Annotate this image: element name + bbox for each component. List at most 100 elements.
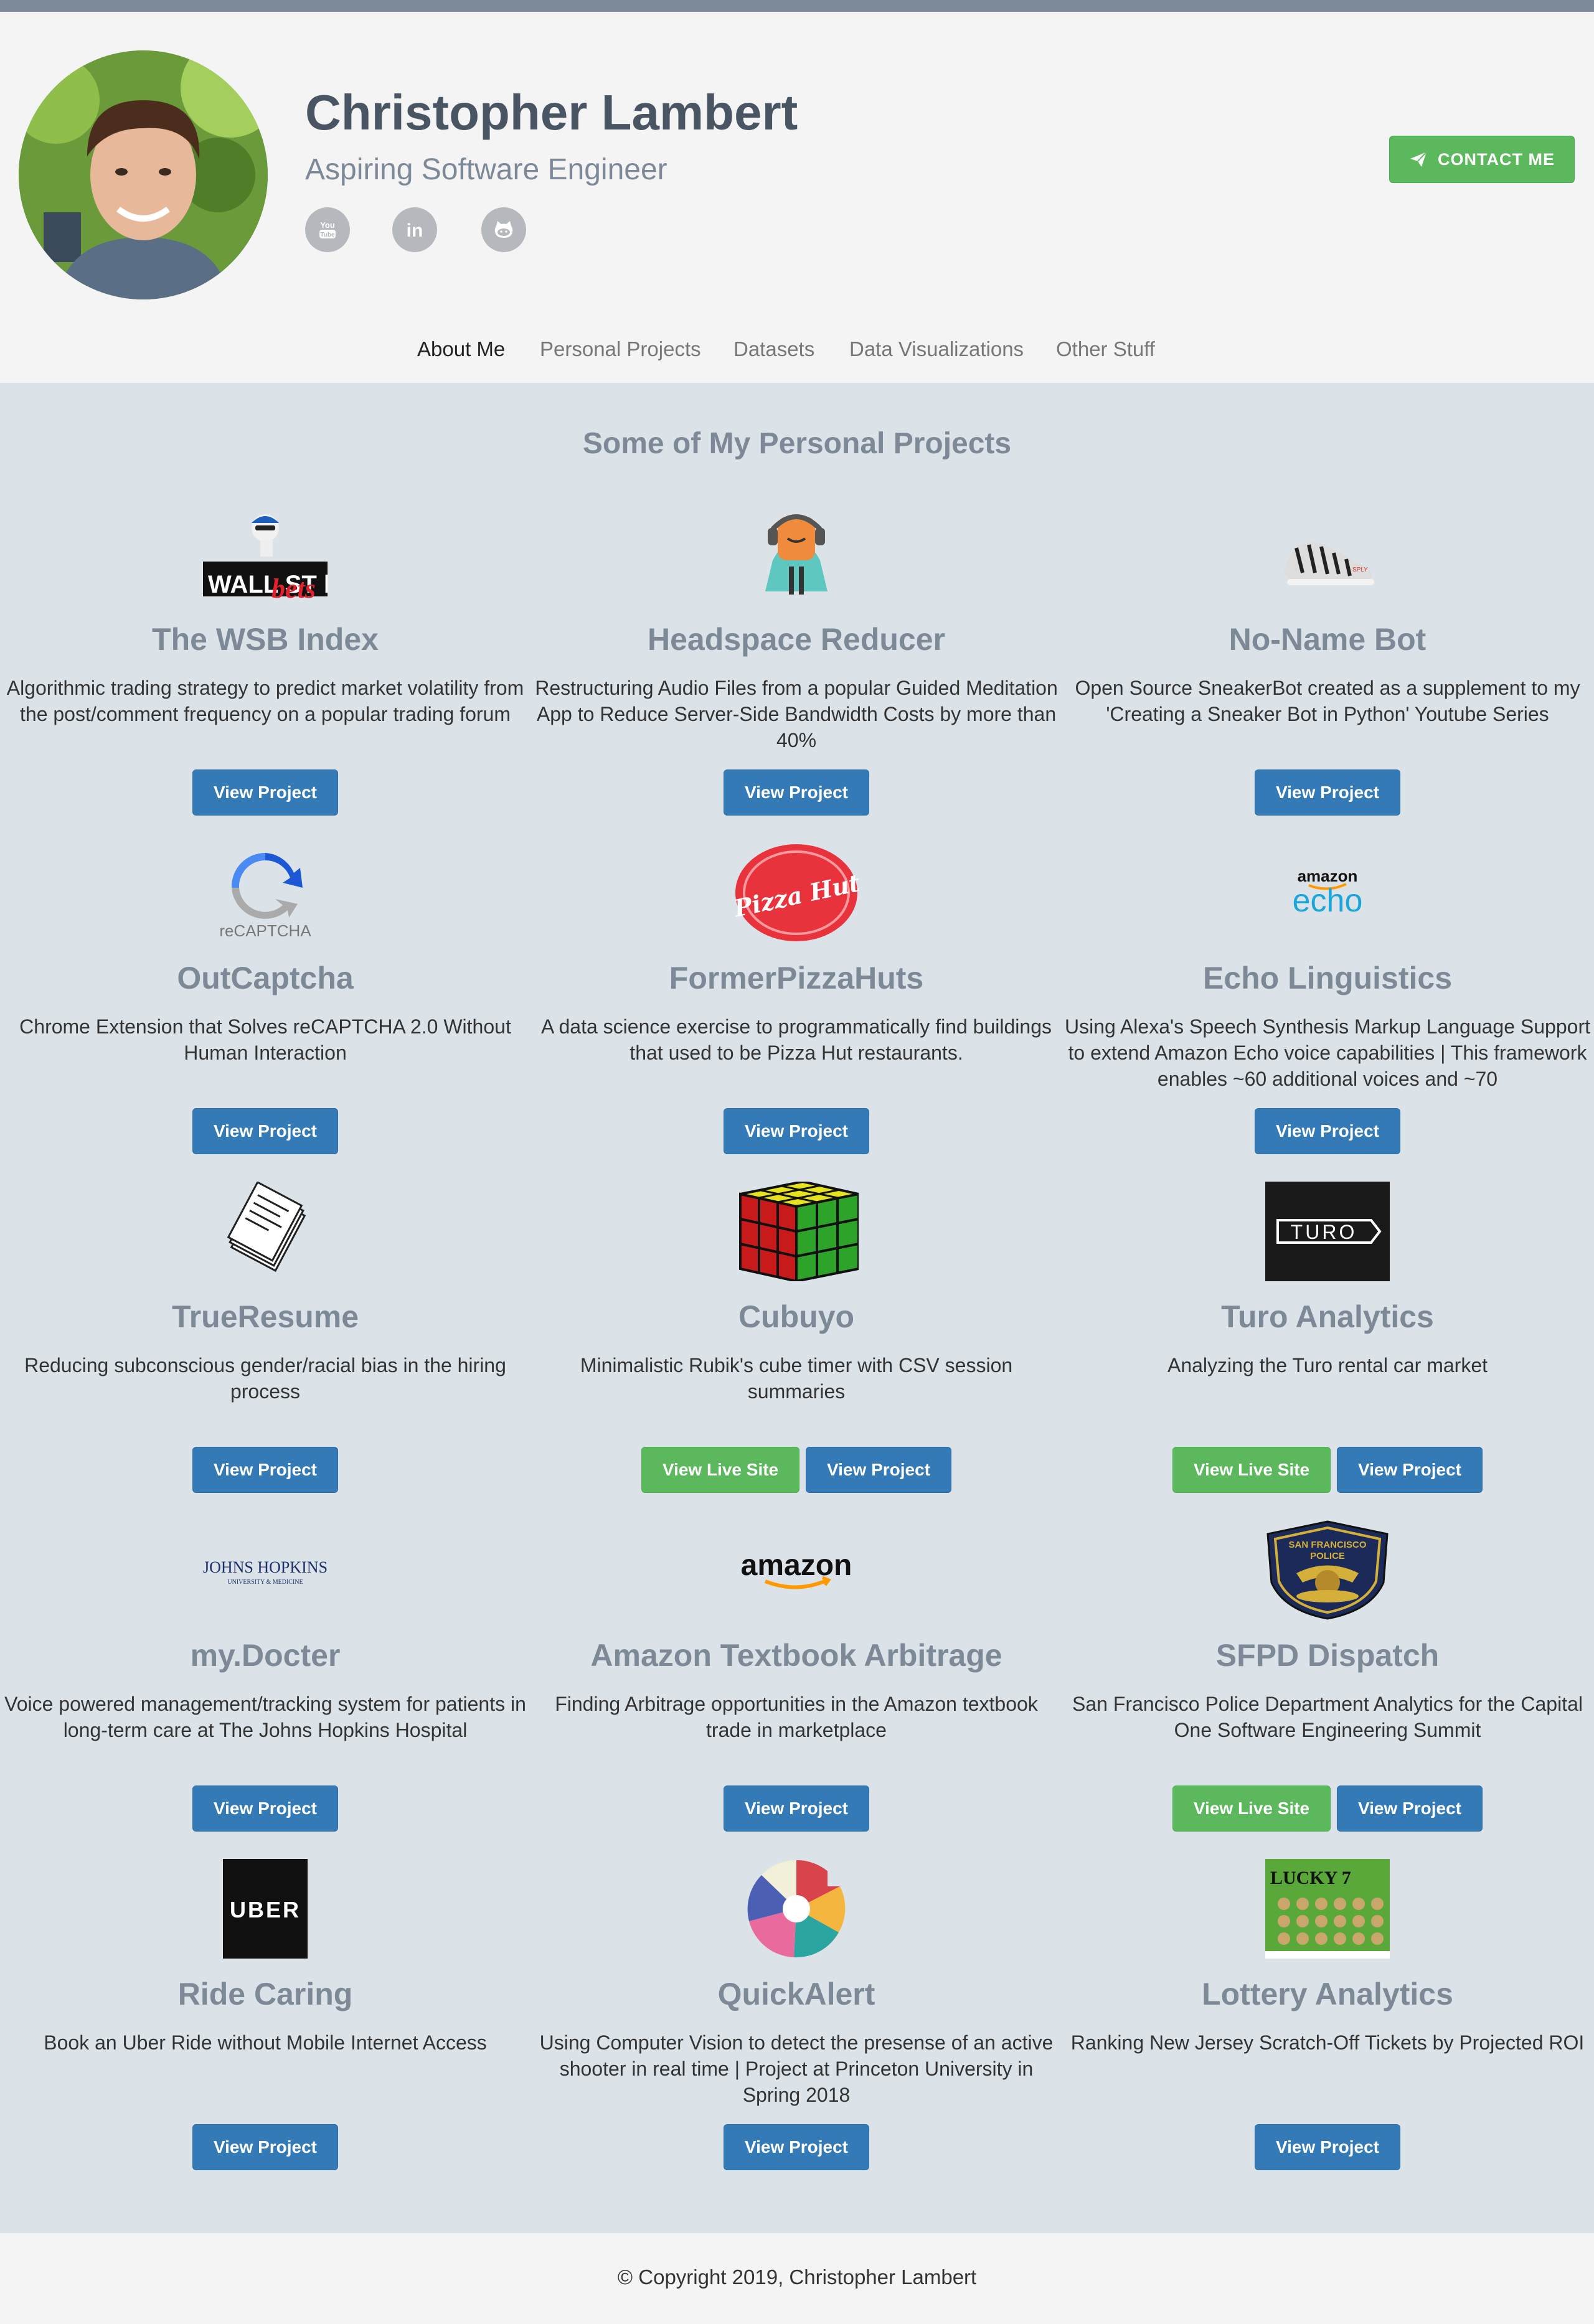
- project-description: Book an Uber Ride without Mobile Interne…: [44, 2031, 487, 2054]
- view-project-button[interactable]: View Project: [724, 1108, 869, 1154]
- resume-papers-image: [203, 1182, 328, 1281]
- wallstreetbets-logo: WALL ST bets bets: [203, 504, 328, 604]
- lottery-logo-text: LUCKY 7: [1270, 1868, 1351, 1888]
- project-title: Turo Analytics: [1221, 1299, 1434, 1334]
- nav-about-me[interactable]: About Me: [417, 336, 505, 363]
- view-project-button[interactable]: View Project: [192, 769, 338, 816]
- project-title: Echo Linguistics: [1202, 961, 1453, 995]
- github-icon: [494, 221, 513, 238]
- jhu-logo-subtext: UNIVERSITY & MEDICINE: [227, 1579, 303, 1586]
- project-title: Ride Caring: [177, 1977, 353, 2011]
- linkedin-icon: in: [407, 220, 423, 241]
- headspace-logo: [734, 504, 859, 604]
- profile-avatar: [19, 50, 268, 299]
- jhu-logo-text: JOHNS HOPKINS: [203, 1558, 328, 1576]
- pizza-hut-logo: Pizza Hut: [734, 843, 859, 943]
- top-accent-bar: [0, 0, 1594, 12]
- project-description: Reducing subconscious gender/racial bias…: [24, 1354, 506, 1403]
- project-description: Restructuring Audio Files from a popular…: [535, 677, 1058, 751]
- view-project-button[interactable]: View Project: [192, 1108, 338, 1154]
- project-description: San Francisco Police Department Analytic…: [1072, 1693, 1583, 1741]
- project-title: QuickAlert: [717, 1977, 875, 2011]
- amazon-echo-logo: amazon echo: [1265, 843, 1390, 943]
- project-description: Using Computer Vision to detect the pres…: [539, 2031, 1054, 2106]
- github-link[interactable]: [481, 207, 526, 252]
- project-title: TrueResume: [171, 1299, 359, 1334]
- project-description: Minimalistic Rubik's cube timer with CSV…: [580, 1354, 1013, 1403]
- project-title: Lottery Analytics: [1202, 1977, 1453, 2011]
- svg-text:You: You: [320, 220, 335, 230]
- youtube-link[interactable]: You Tube: [305, 207, 350, 252]
- project-description: Finding Arbitrage opportunities in the A…: [555, 1693, 1038, 1741]
- profile-header: Christopher Lambert Aspiring Software En…: [0, 12, 1594, 383]
- view-live-site-button[interactable]: View Live Site: [641, 1447, 799, 1493]
- project-description: Using Alexa's Speech Synthesis Markup La…: [1065, 1015, 1590, 1090]
- view-project-button[interactable]: View Project: [806, 1447, 951, 1493]
- project-description: Analyzing the Turo rental car market: [1167, 1354, 1488, 1376]
- view-project-button[interactable]: View Project: [1337, 1447, 1483, 1493]
- sfpd-badge-text: SAN FRANCISCO: [1288, 1540, 1366, 1550]
- view-project-button[interactable]: View Project: [1255, 769, 1400, 816]
- copyright-text: © Copyright 2019, Christopher Lambert: [617, 2265, 977, 2289]
- nav-personal-projects[interactable]: Personal Projects: [540, 336, 701, 363]
- avatar-photo: [19, 50, 268, 299]
- amazon-logo: amazon: [734, 1520, 859, 1620]
- page-footer: © Copyright 2019, Christopher Lambert: [0, 2233, 1594, 2324]
- echo-logo-text: echo: [1293, 883, 1363, 919]
- project-description: Open Source SneakerBot created as a supp…: [1075, 677, 1580, 725]
- view-project-button[interactable]: View Project: [1255, 2124, 1400, 2170]
- youtube-icon: You Tube: [319, 220, 336, 238]
- view-live-site-button[interactable]: View Live Site: [1172, 1447, 1331, 1493]
- quickalert-logo: [734, 1859, 859, 1959]
- contact-me-button[interactable]: CONTACT ME: [1389, 136, 1575, 183]
- turo-logo: TURO: [1265, 1182, 1390, 1281]
- svg-text:in: in: [407, 220, 423, 241]
- svg-text:Tube: Tube: [320, 232, 335, 238]
- turo-logo-text: TURO: [1291, 1221, 1357, 1243]
- sfpd-badge-subtext: POLICE: [1310, 1551, 1345, 1561]
- view-project-button[interactable]: View Project: [192, 2124, 338, 2170]
- view-project-button[interactable]: View Project: [192, 1447, 338, 1493]
- project-title: The WSB Index: [152, 622, 379, 657]
- svg-text:SPLY: SPLY: [1352, 567, 1368, 573]
- sfpd-badge: SAN FRANCISCO POLICE: [1265, 1520, 1390, 1620]
- svg-text:bets: bets: [271, 573, 316, 604]
- amazon-logo-text: amazon: [741, 1549, 852, 1582]
- view-project-button[interactable]: View Project: [1255, 1108, 1400, 1154]
- project-description: Voice powered management/tracking system…: [4, 1693, 526, 1741]
- project-title: Cubuyo: [738, 1299, 855, 1334]
- view-live-site-button[interactable]: View Live Site: [1172, 1785, 1331, 1832]
- nav-data-visualizations[interactable]: Data Visualizations: [849, 336, 1024, 363]
- project-description: A data science exercise to programmatica…: [541, 1015, 1052, 1064]
- lottery-ticket-image: LUCKY 7: [1265, 1859, 1390, 1959]
- view-project-button[interactable]: View Project: [724, 769, 869, 816]
- view-project-button[interactable]: View Project: [1337, 1785, 1483, 1832]
- profile-name: Christopher Lambert: [305, 85, 798, 140]
- uber-logo-text: UBER: [230, 1897, 301, 1922]
- view-project-button[interactable]: View Project: [724, 1785, 869, 1832]
- uber-logo: UBER: [203, 1859, 328, 1959]
- project-description: Chrome Extension that Solves reCAPTCHA 2…: [19, 1015, 511, 1064]
- main-nav: About Me Personal Projects Datasets Data…: [0, 336, 1594, 363]
- contact-me-label: CONTACT ME: [1438, 149, 1555, 169]
- project-title: Headspace Reducer: [647, 622, 945, 657]
- paper-plane-icon: [1410, 151, 1427, 167]
- project-description: Algorithmic trading strategy to predict …: [6, 677, 524, 725]
- sneaker-image: SPLY: [1265, 504, 1390, 604]
- project-title: my.Docter: [190, 1638, 341, 1673]
- project-title: SFPD Dispatch: [1215, 1638, 1440, 1673]
- project-description: Ranking New Jersey Scratch-Off Tickets b…: [1070, 2031, 1585, 2054]
- recaptcha-logo-text: reCAPTCHA: [219, 921, 311, 940]
- project-title: Amazon Textbook Arbitrage: [590, 1638, 1002, 1673]
- johns-hopkins-logo: JOHNS HOPKINS UNIVERSITY & MEDICINE: [203, 1520, 328, 1620]
- view-project-button[interactable]: View Project: [192, 1785, 338, 1832]
- rubiks-cube-image: [734, 1182, 859, 1281]
- nav-other-stuff[interactable]: Other Stuff: [1056, 336, 1155, 363]
- linkedin-link[interactable]: in: [392, 207, 437, 252]
- profile-subtitle: Aspiring Software Engineer: [305, 153, 667, 186]
- recaptcha-logo: reCAPTCHA: [203, 843, 328, 943]
- view-project-button[interactable]: View Project: [724, 2124, 869, 2170]
- nav-datasets[interactable]: Datasets: [733, 336, 814, 363]
- project-title: OutCaptcha: [177, 961, 354, 995]
- project-title: FormerPizzaHuts: [669, 961, 924, 995]
